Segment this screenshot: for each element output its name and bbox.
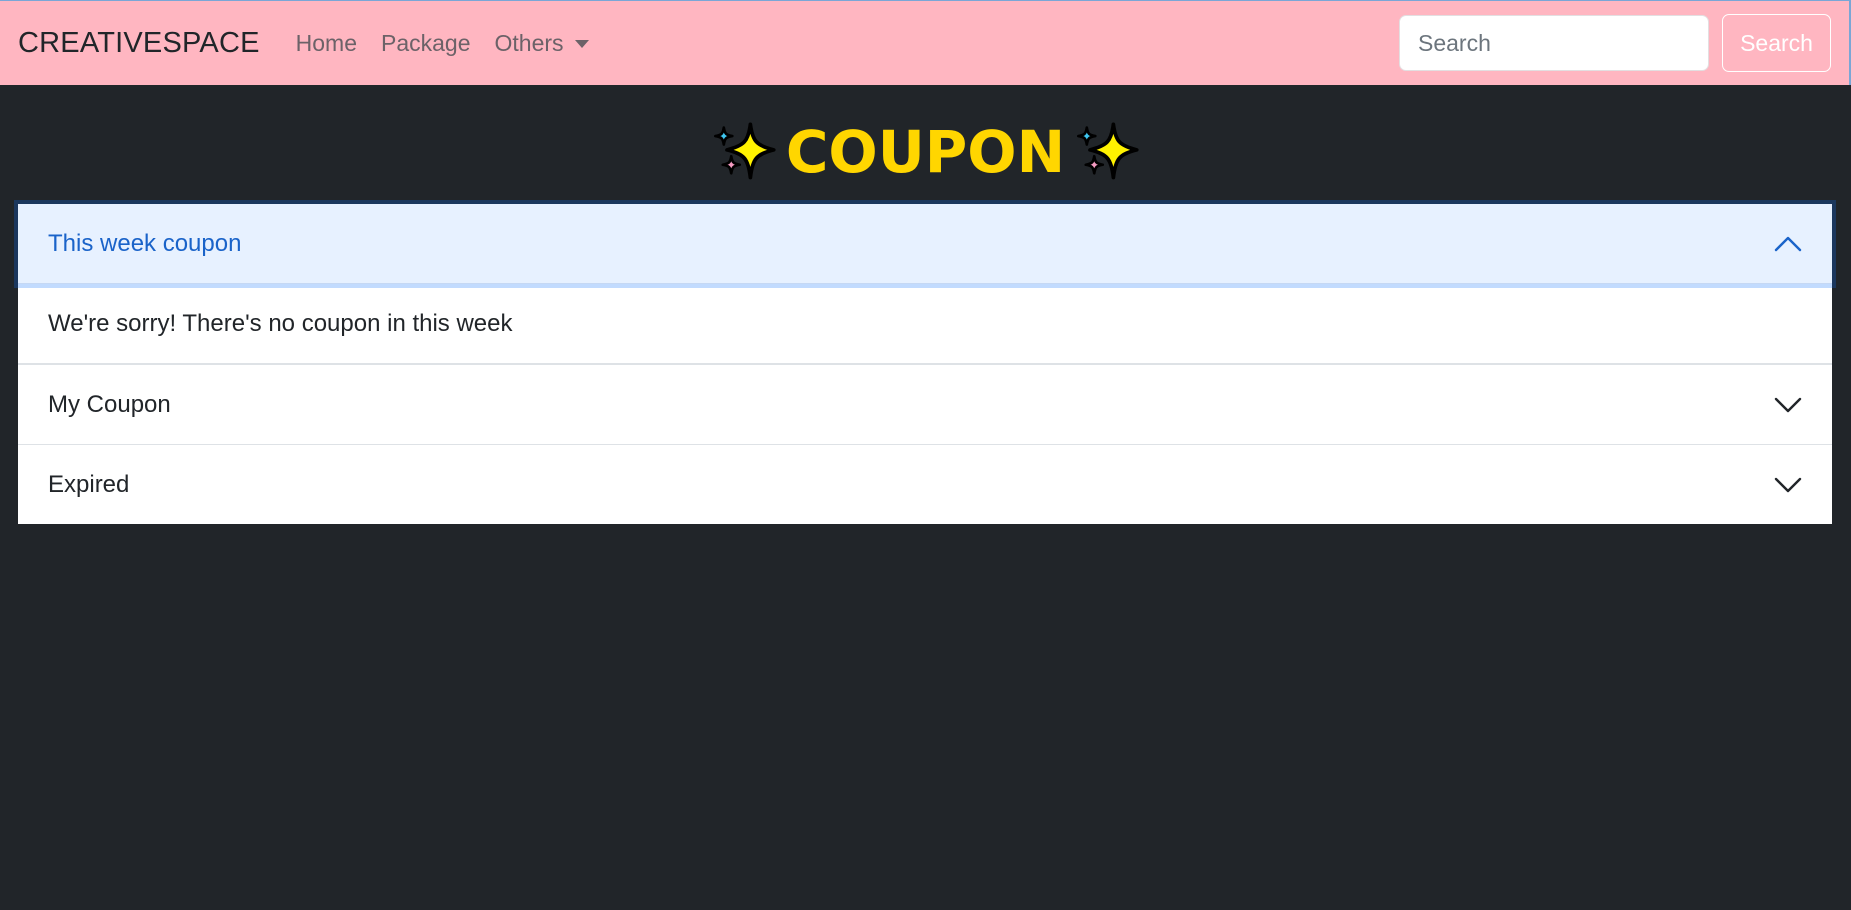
page-title: COUPON [785, 118, 1066, 186]
nav-link-package-label: Package [381, 29, 471, 56]
search-button[interactable]: Search [1722, 14, 1831, 72]
caret-down-icon [574, 40, 589, 48]
page-heading: COUPON [0, 118, 1851, 186]
nav-links: Home Package Others [284, 30, 601, 57]
nav-dropdown-others[interactable]: Others [483, 30, 601, 57]
accordion-item-this-week: This week coupon We're sorry! There's no… [18, 204, 1832, 364]
chevron-down-icon [1774, 397, 1802, 412]
nav-link-package[interactable]: Package [369, 30, 483, 57]
coupon-accordion: This week coupon We're sorry! There's no… [18, 204, 1832, 524]
accordion-header-this-week[interactable]: This week coupon [18, 204, 1832, 284]
accordion-header-expired[interactable]: Expired [18, 444, 1832, 524]
search-form: Search [1399, 14, 1831, 72]
navbar: CREATIVESPACE Home Package Others Search [0, 0, 1851, 85]
accordion-item-expired: Expired [18, 444, 1832, 524]
sparkles-icon [713, 122, 776, 180]
accordion-header-label: This week coupon [48, 229, 242, 257]
nav-dropdown-others-label: Others [494, 29, 564, 56]
accordion-item-my-coupon: My Coupon [18, 364, 1832, 444]
sparkles-icon [1077, 122, 1139, 180]
brand-logo-link[interactable]: CREATIVESPACE [18, 27, 260, 60]
search-input[interactable] [1399, 15, 1709, 71]
accordion-header-label: Expired [48, 470, 130, 498]
no-coupon-message: We're sorry! There's no coupon in this w… [48, 309, 513, 337]
chevron-down-icon [1774, 477, 1802, 492]
chevron-up-icon [1774, 236, 1802, 251]
nav-link-home-label: Home [295, 29, 357, 56]
accordion-header-label: My Coupon [48, 390, 171, 418]
nav-link-home[interactable]: Home [284, 30, 369, 57]
accordion-body-this-week: We're sorry! There's no coupon in this w… [18, 284, 1832, 364]
accordion-header-my-coupon[interactable]: My Coupon [18, 364, 1832, 444]
